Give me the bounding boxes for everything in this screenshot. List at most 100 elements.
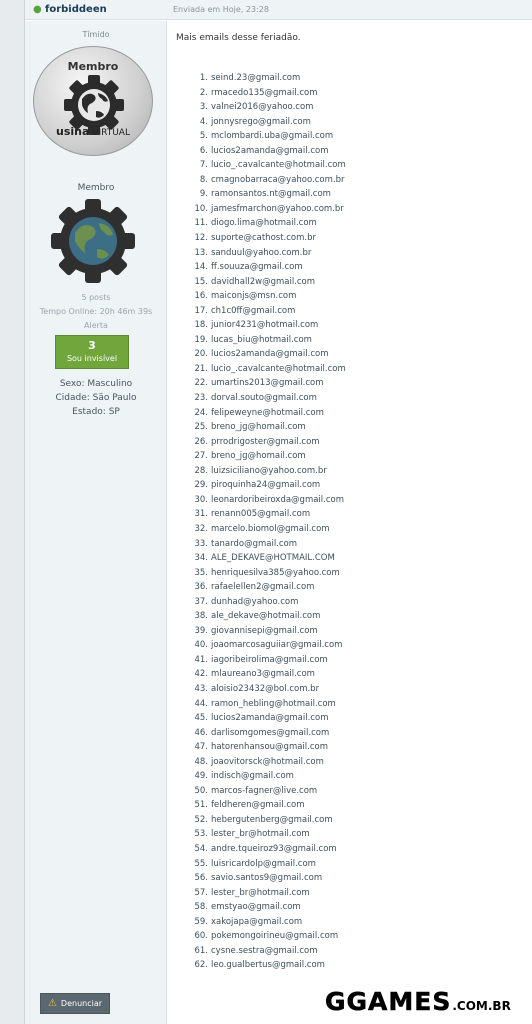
- email-list-item: 36. rafaelellen2@gmail.com: [192, 580, 346, 595]
- email-list-item: 30. leonardoribeiroxda@gmail.com: [192, 493, 346, 508]
- report-button[interactable]: ⚠ Denunciar: [40, 993, 110, 1014]
- email-item-number: 23.: [194, 393, 208, 404]
- email-list-item: 39. giovannisepi@gmail.com: [192, 624, 346, 639]
- email-list-item: 18. junior4231@hotmail.com: [192, 318, 346, 333]
- email-item-number: 18.: [194, 320, 208, 331]
- profile-state: Estado: SP: [72, 407, 120, 417]
- email-list-item: 47. hatorenhansou@gmail.com: [192, 740, 346, 755]
- email-list-item: 57. lester_br@hotmail.com: [192, 886, 346, 901]
- email-list-item: 21. lucio_.cavalcante@hotmail.com: [192, 362, 346, 377]
- email-item-number: 5.: [199, 131, 208, 142]
- email-item-text: breno_jg@homail.com: [211, 451, 306, 462]
- email-list-item: 2. rmacedo135@gmail.com: [192, 86, 346, 101]
- email-item-number: 51.: [194, 800, 208, 811]
- status-box: 3 Sou invisível: [55, 335, 129, 369]
- email-item-number: 3.: [199, 102, 208, 113]
- email-list: 1. seind.23@gmail.com 2. rmacedo135@gmail.c…: [192, 71, 346, 973]
- email-item-text: piroquinha24@gmail.com: [211, 480, 321, 491]
- email-item-text: hatorenhansou@gmail.com: [211, 742, 329, 753]
- email-list-item: 3. valnei2016@yahoo.com: [192, 100, 346, 115]
- email-item-text: renann005@gmail.com: [211, 509, 311, 520]
- email-list-item: 52. hebergutenberg@gmail.com: [192, 813, 346, 828]
- email-list-item: 8. cmagnobarraca@yahoo.com.br: [192, 173, 346, 188]
- email-item-number: 36.: [194, 582, 208, 593]
- email-item-number: 7.: [199, 160, 208, 171]
- email-item-text: leo.gualbertus@gmail.com: [211, 960, 325, 971]
- email-list-item: 29. piroquinha24@gmail.com: [192, 478, 346, 493]
- email-item-text: suporte@cathost.com.br: [211, 233, 316, 244]
- email-item-number: 9.: [199, 189, 208, 200]
- email-list-item: 50. marcos-fagner@live.com: [192, 784, 346, 799]
- email-item-number: 44.: [194, 698, 208, 709]
- email-list-item: 62. leo.gualbertus@gmail.com: [192, 958, 346, 973]
- email-list-item: 5. mclombardi.uba@gmail.com: [192, 129, 346, 144]
- forum-post: ● forbiddeen Enviada em Hoje, 23:28 Tími…: [24, 0, 532, 1024]
- email-item-text: lucios2amanda@gmail.com: [211, 713, 329, 724]
- email-item-text: mclombardi.uba@gmail.com: [211, 131, 334, 142]
- email-item-text: sanduul@yahoo.com.br: [211, 247, 312, 258]
- email-item-text: lucios2amanda@gmail.com: [211, 145, 329, 156]
- email-item-number: 46.: [194, 727, 208, 738]
- email-item-number: 13.: [194, 247, 208, 258]
- email-list-item: 41. iagoribeirolima@gmail.com: [192, 653, 346, 668]
- post-count: 5 posts: [81, 293, 111, 302]
- post-intro-text: Mais emails desse feriadão.: [176, 33, 301, 43]
- rank-badge-footer: usina VIRTUAL: [34, 125, 152, 138]
- email-list-item: 26. prrodrigoster@gmail.com: [192, 435, 346, 450]
- email-list-item: 13. sanduul@yahoo.com.br: [192, 246, 346, 261]
- email-item-text: lester_br@hotmail.com: [211, 829, 310, 840]
- email-item-text: dorval.souto@gmail.com: [211, 393, 317, 404]
- email-item-number: 17.: [194, 305, 208, 316]
- profile-city: Cidade: São Paulo: [55, 393, 137, 403]
- email-item-number: 58.: [194, 902, 208, 913]
- email-item-text: luisricardolp@gmail.com: [211, 858, 316, 869]
- email-list-item: 25. breno_jg@homail.com: [192, 420, 346, 435]
- email-item-text: seind.23@gmail.com: [211, 73, 301, 83]
- email-item-text: junior4231@hotmail.com: [211, 320, 319, 331]
- email-list-item: 59. xakojapa@gmail.com: [192, 915, 346, 930]
- online-time: Tempo Online: 20h 46m 39s: [39, 307, 153, 316]
- email-item-number: 55.: [194, 858, 208, 869]
- email-list-item: 43. aloisio23432@bol.com.br: [192, 682, 346, 697]
- email-list-item: 6. lucios2amanda@gmail.com: [192, 144, 346, 159]
- email-item-text: jonnysrego@gmail.com: [211, 116, 311, 127]
- email-item-text: davidhall2w@gmail.com: [211, 276, 316, 287]
- email-item-number: 49.: [194, 771, 208, 782]
- email-item-text: feldheren@gmail.com: [211, 800, 305, 811]
- email-list-item: 11. diogo.lima@hotmail.com: [192, 216, 346, 231]
- email-item-number: 38.: [194, 611, 208, 622]
- email-item-number: 50.: [194, 785, 208, 796]
- email-list-item: 32. marcelo.biomol@gmail.com: [192, 522, 346, 537]
- email-item-number: 60.: [194, 931, 208, 942]
- email-item-text: breno_jg@homail.com: [211, 422, 306, 433]
- email-item-text: maiconjs@msn.com: [211, 291, 297, 302]
- email-item-number: 11.: [194, 218, 208, 229]
- email-item-number: 19.: [194, 334, 208, 345]
- email-list-item: 9. ramonsantos.nt@gmail.com: [192, 187, 346, 202]
- email-item-text: emstyao@gmail.com: [211, 902, 301, 913]
- email-item-number: 35.: [194, 567, 208, 578]
- email-list-item: 10. jamesfmarchon@yahoo.com.br: [192, 202, 346, 217]
- email-item-text: lester_br@hotmail.com: [211, 887, 310, 898]
- email-item-text: ale_dekave@hotmail.com: [211, 611, 321, 622]
- email-item-number: 32.: [194, 523, 208, 534]
- email-list-item: 15. davidhall2w@gmail.com: [192, 275, 346, 290]
- email-item-number: 14.: [194, 262, 208, 273]
- author-name-link[interactable]: forbiddeen: [45, 4, 173, 15]
- email-item-number: 41.: [194, 654, 208, 665]
- email-item-text: hebergutenberg@gmail.com: [211, 814, 333, 825]
- email-list-item: 42. mlaureano3@gmail.com: [192, 667, 346, 682]
- email-list-item: 1. seind.23@gmail.com: [192, 71, 346, 86]
- email-item-number: 62.: [194, 960, 208, 971]
- online-status-icon: ●: [33, 4, 42, 15]
- email-item-number: 42.: [194, 669, 208, 680]
- email-item-number: 27.: [194, 451, 208, 462]
- watermark-main: GGAMES: [325, 987, 452, 1017]
- email-item-number: 24.: [194, 407, 208, 418]
- email-item-text: lucio_.cavalcante@hotmail.com: [211, 363, 346, 374]
- email-item-text: giovannisepi@gmail.com: [211, 625, 318, 636]
- email-list-item: 17. ch1c0ff@gmail.com: [192, 304, 346, 319]
- email-item-text: luizsiciliano@yahoo.com.br: [211, 465, 327, 476]
- email-item-number: 61.: [194, 945, 208, 956]
- email-list-item: 55. luisricardolp@gmail.com: [192, 857, 346, 872]
